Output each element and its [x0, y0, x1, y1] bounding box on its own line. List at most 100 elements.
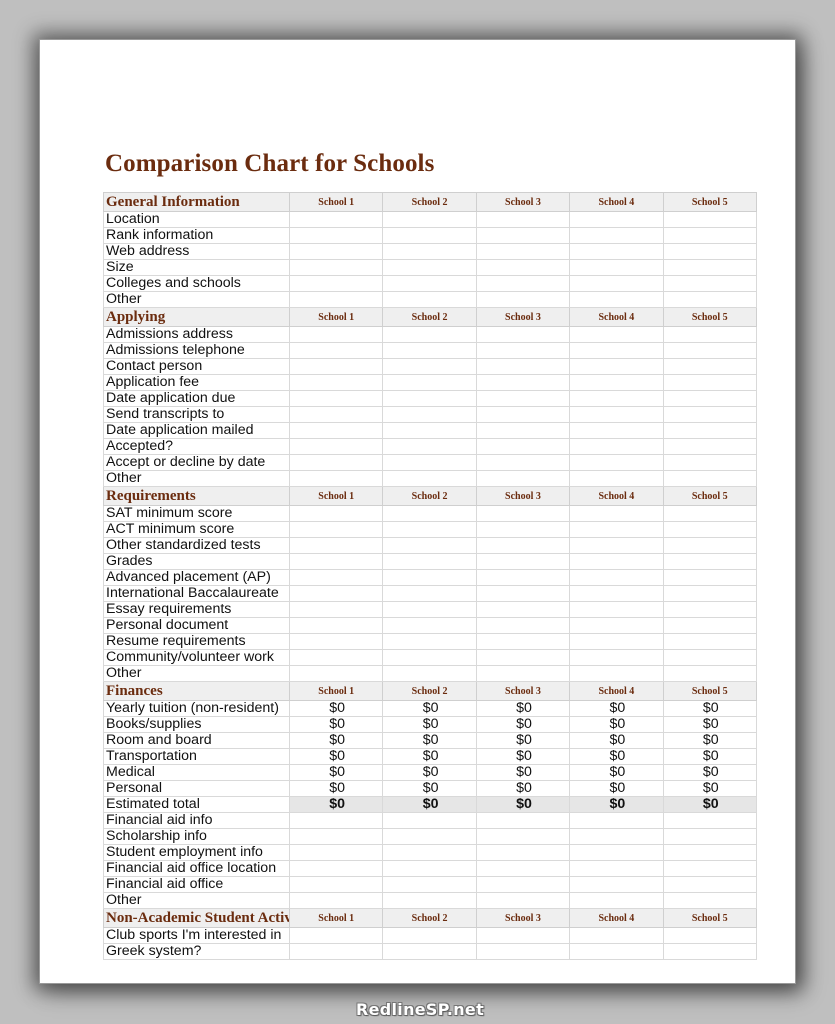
- value-cell[interactable]: [475, 243, 571, 260]
- value-cell[interactable]: [662, 358, 757, 375]
- value-cell[interactable]: [569, 617, 664, 634]
- value-cell[interactable]: [569, 454, 664, 471]
- value-cell[interactable]: [382, 927, 477, 944]
- value-cell[interactable]: [662, 211, 757, 228]
- value-cell[interactable]: [382, 812, 477, 829]
- value-cell[interactable]: [475, 358, 571, 375]
- value-cell[interactable]: [569, 860, 664, 877]
- value-cell[interactable]: [662, 537, 757, 554]
- value-cell[interactable]: [475, 275, 571, 292]
- value-cell[interactable]: [475, 617, 571, 634]
- value-cell[interactable]: $0: [288, 716, 384, 733]
- value-cell[interactable]: [475, 291, 571, 308]
- value-cell[interactable]: $0: [288, 700, 384, 717]
- value-cell[interactable]: [288, 585, 384, 602]
- value-cell[interactable]: [569, 259, 664, 276]
- value-cell[interactable]: [382, 454, 477, 471]
- value-cell[interactable]: [475, 828, 571, 845]
- value-cell[interactable]: [662, 390, 757, 407]
- value-cell[interactable]: [569, 438, 664, 455]
- value-cell[interactable]: [569, 943, 664, 960]
- value-cell[interactable]: [475, 585, 571, 602]
- value-cell[interactable]: [569, 633, 664, 650]
- value-cell[interactable]: [569, 326, 664, 343]
- value-cell[interactable]: $0: [662, 748, 757, 765]
- value-cell[interactable]: [662, 876, 757, 893]
- value-cell[interactable]: [662, 844, 757, 861]
- value-cell[interactable]: [382, 227, 477, 244]
- value-cell[interactable]: [475, 943, 571, 960]
- value-cell[interactable]: [288, 553, 384, 570]
- value-cell[interactable]: [662, 243, 757, 260]
- value-cell[interactable]: [382, 342, 477, 359]
- value-cell[interactable]: $0: [662, 700, 757, 717]
- value-cell[interactable]: [288, 844, 384, 861]
- value-cell[interactable]: [382, 326, 477, 343]
- value-cell[interactable]: [382, 649, 477, 666]
- value-cell[interactable]: $0: [662, 780, 757, 797]
- value-cell[interactable]: [475, 454, 571, 471]
- value-cell[interactable]: [288, 537, 384, 554]
- value-cell[interactable]: [288, 454, 384, 471]
- value-cell[interactable]: [569, 374, 664, 391]
- value-cell[interactable]: [475, 927, 571, 944]
- value-cell[interactable]: [662, 569, 757, 586]
- value-cell[interactable]: [569, 521, 664, 538]
- value-cell[interactable]: [288, 326, 384, 343]
- value-cell[interactable]: [569, 342, 664, 359]
- value-cell[interactable]: [662, 860, 757, 877]
- value-cell[interactable]: [662, 438, 757, 455]
- value-cell[interactable]: [288, 521, 384, 538]
- value-cell[interactable]: [382, 665, 477, 682]
- value-cell[interactable]: $0: [569, 796, 664, 813]
- value-cell[interactable]: $0: [569, 732, 664, 749]
- value-cell[interactable]: [288, 243, 384, 260]
- value-cell[interactable]: [475, 259, 571, 276]
- value-cell[interactable]: $0: [288, 780, 384, 797]
- value-cell[interactable]: [288, 892, 384, 909]
- value-cell[interactable]: [288, 927, 384, 944]
- value-cell[interactable]: [382, 259, 477, 276]
- value-cell[interactable]: [475, 438, 571, 455]
- value-cell[interactable]: [569, 828, 664, 845]
- value-cell[interactable]: [288, 275, 384, 292]
- value-cell[interactable]: [382, 358, 477, 375]
- value-cell[interactable]: [662, 553, 757, 570]
- value-cell[interactable]: [569, 291, 664, 308]
- value-cell[interactable]: [569, 227, 664, 244]
- value-cell[interactable]: [662, 291, 757, 308]
- value-cell[interactable]: [569, 569, 664, 586]
- value-cell[interactable]: [662, 617, 757, 634]
- value-cell[interactable]: [569, 553, 664, 570]
- value-cell[interactable]: [288, 617, 384, 634]
- value-cell[interactable]: [382, 521, 477, 538]
- value-cell[interactable]: $0: [382, 700, 477, 717]
- value-cell[interactable]: [475, 422, 571, 439]
- value-cell[interactable]: $0: [475, 716, 571, 733]
- value-cell[interactable]: [382, 275, 477, 292]
- value-cell[interactable]: [569, 844, 664, 861]
- value-cell[interactable]: [382, 844, 477, 861]
- value-cell[interactable]: $0: [382, 796, 477, 813]
- value-cell[interactable]: [288, 259, 384, 276]
- value-cell[interactable]: [662, 892, 757, 909]
- value-cell[interactable]: [475, 342, 571, 359]
- value-cell[interactable]: [288, 374, 384, 391]
- value-cell[interactable]: $0: [662, 716, 757, 733]
- value-cell[interactable]: $0: [288, 764, 384, 781]
- value-cell[interactable]: [382, 828, 477, 845]
- value-cell[interactable]: [288, 227, 384, 244]
- value-cell[interactable]: [288, 860, 384, 877]
- value-cell[interactable]: [382, 601, 477, 618]
- value-cell[interactable]: [475, 569, 571, 586]
- value-cell[interactable]: $0: [382, 716, 477, 733]
- value-cell[interactable]: $0: [382, 780, 477, 797]
- value-cell[interactable]: [288, 812, 384, 829]
- value-cell[interactable]: $0: [662, 796, 757, 813]
- value-cell[interactable]: [475, 860, 571, 877]
- value-cell[interactable]: [475, 211, 571, 228]
- value-cell[interactable]: [662, 665, 757, 682]
- value-cell[interactable]: [569, 275, 664, 292]
- value-cell[interactable]: [662, 505, 757, 522]
- value-cell[interactable]: [382, 291, 477, 308]
